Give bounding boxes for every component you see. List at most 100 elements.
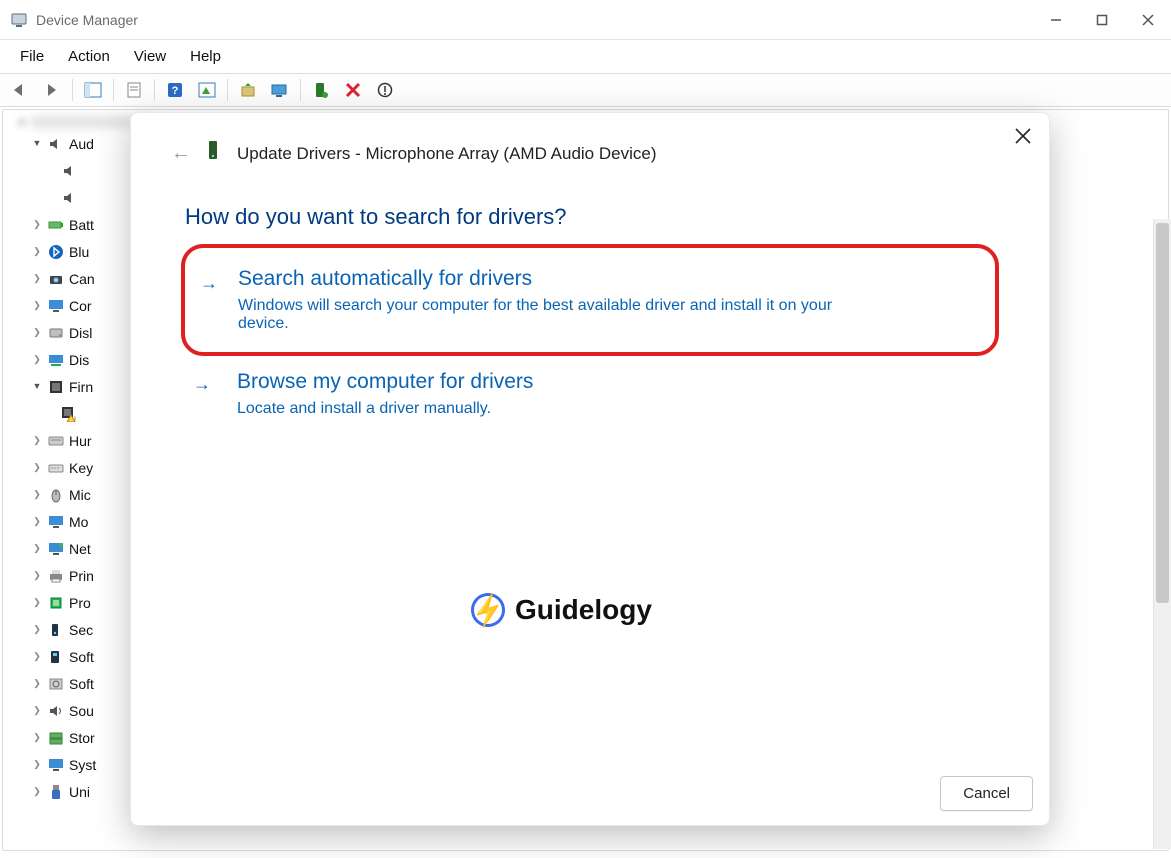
option-description: Windows will search your computer for th…	[210, 291, 850, 333]
close-button[interactable]	[1125, 0, 1171, 40]
forward-arrow-icon[interactable]	[36, 76, 68, 104]
option-title: Browse my computer for drivers	[209, 370, 995, 394]
speaker-icon	[61, 162, 79, 180]
chevron-icon[interactable]	[31, 516, 43, 527]
menu-file[interactable]: File	[10, 44, 54, 69]
tree-node-label: Mic	[69, 487, 91, 503]
option-description: Locate and install a driver manually.	[209, 394, 849, 418]
tree-node-label: Pro	[69, 595, 91, 611]
chevron-icon[interactable]	[31, 462, 43, 473]
svg-text:!: !	[74, 416, 76, 422]
chevron-icon[interactable]	[31, 759, 43, 770]
chevron-icon[interactable]	[31, 246, 43, 257]
chevron-icon[interactable]	[31, 597, 43, 608]
properties-sheet-icon[interactable]	[118, 76, 150, 104]
tree-node-label: Stor	[69, 730, 95, 746]
chevron-icon[interactable]	[31, 651, 43, 662]
chevron-icon[interactable]	[31, 327, 43, 338]
dialog-back-button[interactable]: ←	[171, 142, 191, 165]
dialog-title: Update Drivers - Microphone Array (AMD A…	[237, 144, 656, 164]
keyboard-hid-icon	[47, 432, 65, 450]
chevron-icon[interactable]	[31, 219, 43, 230]
battery-icon	[47, 216, 65, 234]
tree-node-label: Mo	[69, 514, 88, 530]
disk-icon	[47, 324, 65, 342]
monitor-icon	[47, 297, 65, 315]
menu-view[interactable]: View	[124, 44, 176, 69]
app-icon	[10, 11, 28, 29]
title-bar: Device Manager	[0, 0, 1171, 40]
bluetooth-icon	[47, 243, 65, 261]
tree-node-label: Key	[69, 460, 93, 476]
tree-node-label: Aud	[69, 136, 94, 152]
update-driver-icon[interactable]	[232, 76, 264, 104]
option-browse-computer[interactable]: → Browse my computer for drivers Locate …	[185, 370, 995, 418]
update-drivers-dialog: ← Update Drivers - Microphone Array (AMD…	[130, 112, 1050, 826]
arrow-right-icon: →	[200, 273, 218, 294]
enable-device-icon[interactable]	[305, 76, 337, 104]
menu-bar: File Action View Help	[0, 40, 1171, 73]
maximize-button[interactable]	[1079, 0, 1125, 40]
firmware-icon	[47, 378, 65, 396]
system-icon	[47, 756, 65, 774]
tree-node-label: Firn	[69, 379, 93, 395]
back-arrow-icon[interactable]	[4, 76, 36, 104]
chevron-icon[interactable]	[31, 435, 43, 446]
window-controls	[1033, 0, 1171, 40]
chevron-icon[interactable]	[31, 732, 43, 743]
chevron-icon[interactable]	[31, 354, 43, 365]
option-search-automatically[interactable]: → Search automatically for drivers Windo…	[185, 248, 995, 352]
dialog-close-button[interactable]	[1015, 127, 1031, 150]
tree-node-label: Batt	[69, 217, 94, 233]
chevron-icon[interactable]	[31, 570, 43, 581]
toolbar: ?	[0, 73, 1171, 107]
chevron-icon[interactable]	[31, 273, 43, 284]
menu-help[interactable]: Help	[180, 44, 231, 69]
action-center-icon[interactable]	[191, 76, 223, 104]
chevron-icon[interactable]	[31, 678, 43, 689]
tree-node-label: Sou	[69, 703, 94, 719]
storage-icon	[47, 729, 65, 747]
menu-action[interactable]: Action	[58, 44, 120, 69]
tree-node-label: Blu	[69, 244, 89, 260]
tree-node-label: Uni	[69, 784, 90, 800]
window-title: Device Manager	[36, 12, 138, 28]
show-hide-console-tree-icon[interactable]	[77, 76, 109, 104]
tree-node-label: Dis	[69, 352, 89, 368]
dialog-question: How do you want to search for drivers?	[131, 168, 1049, 248]
option-title: Search automatically for drivers	[210, 267, 970, 291]
chevron-icon[interactable]	[31, 624, 43, 635]
printer-icon	[47, 567, 65, 585]
vertical-scrollbar[interactable]	[1153, 219, 1171, 849]
speaker-icon	[61, 189, 79, 207]
keyboard-icon	[47, 459, 65, 477]
tree-node-label: Can	[69, 271, 95, 287]
chevron-icon[interactable]	[31, 300, 43, 311]
watermark: ⚡ Guidelogy	[471, 593, 652, 627]
tree-node-label: Disl	[69, 325, 92, 341]
cancel-button[interactable]: Cancel	[940, 776, 1033, 811]
chevron-icon[interactable]	[31, 381, 43, 392]
tree-node-label: Cor	[69, 298, 92, 314]
disable-device-icon[interactable]	[337, 76, 369, 104]
usb-icon	[47, 783, 65, 801]
scan-hardware-icon[interactable]	[264, 76, 296, 104]
uninstall-device-icon[interactable]	[369, 76, 401, 104]
monitor-icon	[47, 513, 65, 531]
help-icon[interactable]: ?	[159, 76, 191, 104]
display-adapter-icon	[47, 351, 65, 369]
sound-icon	[47, 702, 65, 720]
chevron-icon[interactable]	[31, 786, 43, 797]
minimize-button[interactable]	[1033, 0, 1079, 40]
chevron-icon[interactable]	[31, 489, 43, 500]
firmware-warn-icon: !	[61, 405, 79, 423]
software-device-icon	[47, 675, 65, 693]
tree-node-label: Sec	[69, 622, 93, 638]
chevron-icon[interactable]	[31, 543, 43, 554]
camera-icon	[47, 270, 65, 288]
tree-node-label: Prin	[69, 568, 94, 584]
watermark-text: Guidelogy	[515, 594, 652, 626]
mouse-icon	[47, 486, 65, 504]
chevron-icon[interactable]	[31, 705, 43, 716]
scrollbar-thumb[interactable]	[1156, 223, 1169, 603]
